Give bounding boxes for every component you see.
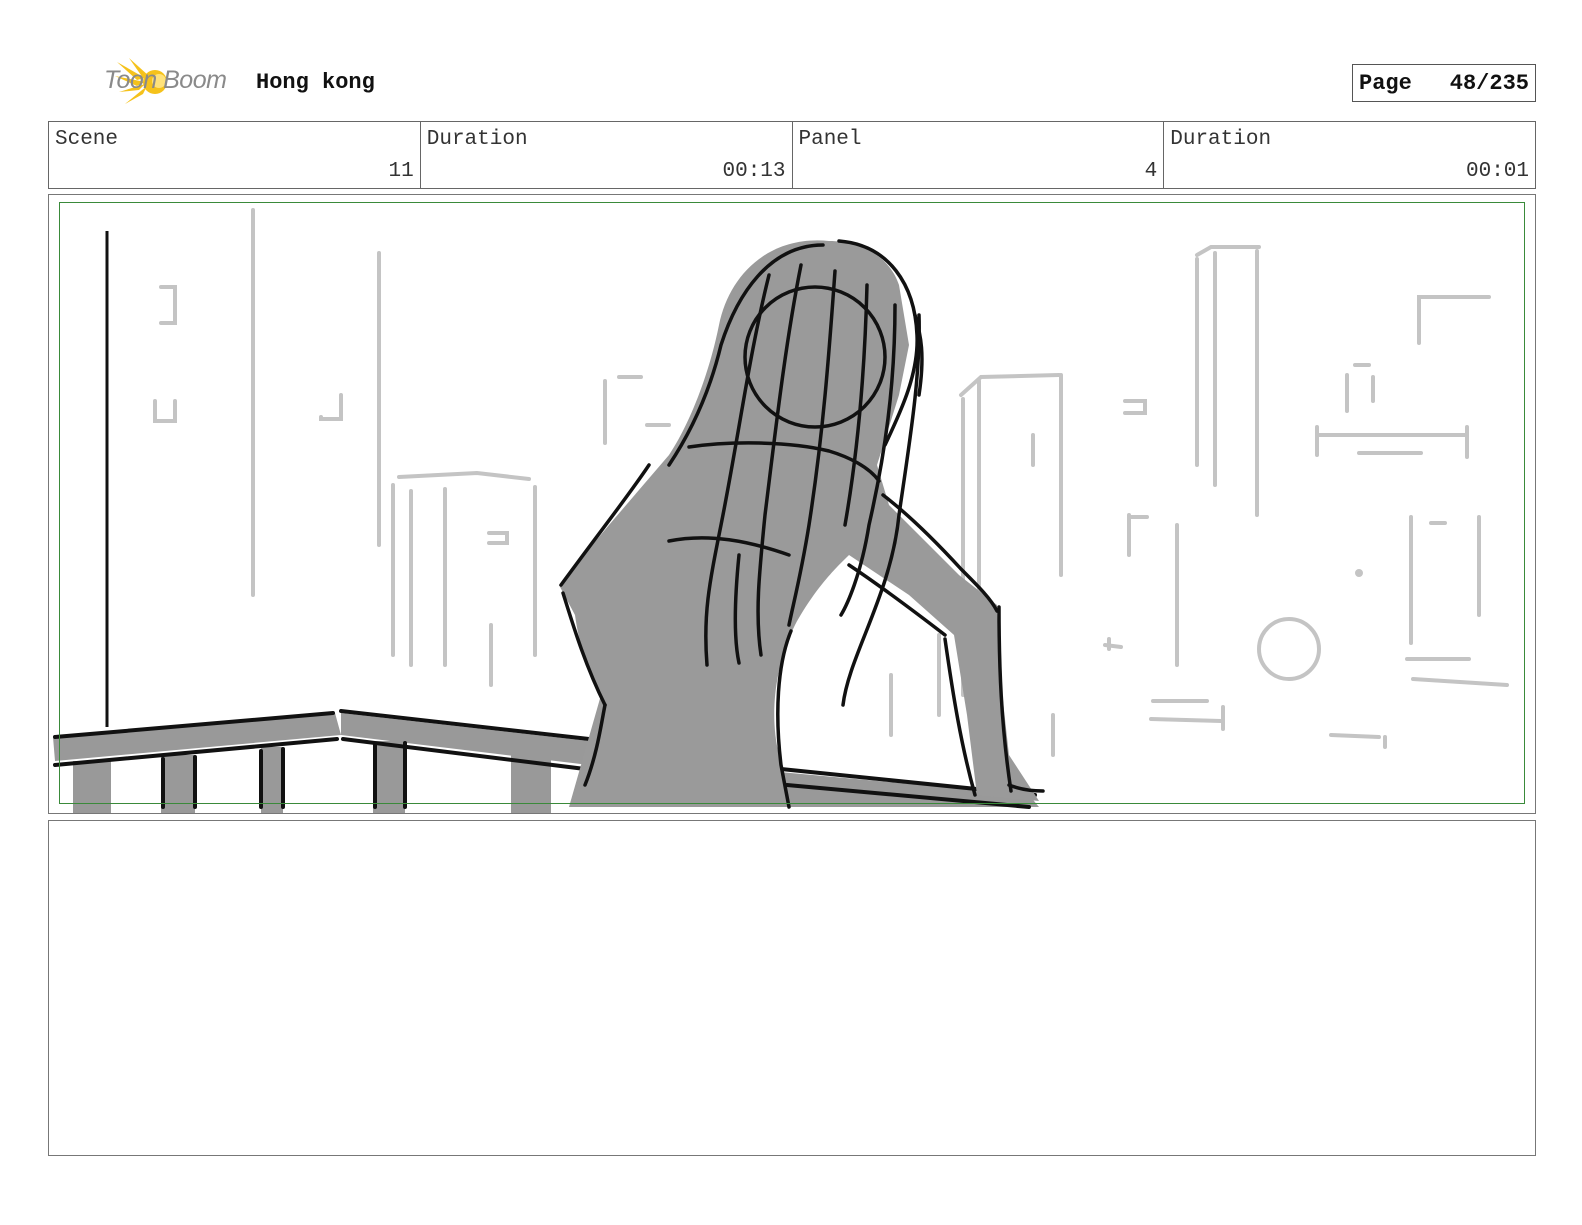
scene-duration-value: 00:13	[722, 160, 786, 183]
scene-value: 11	[388, 160, 414, 183]
page-number: 48/235	[1449, 70, 1529, 96]
page-label: Page	[1359, 70, 1412, 96]
page-indicator: Page 48/235	[1352, 64, 1536, 102]
panel-duration-label: Duration	[1170, 128, 1272, 151]
panel-duration-value: 00:01	[1465, 160, 1529, 183]
project-title: Hong kong	[256, 70, 375, 95]
panel-duration-cell: Duration 00:01	[1164, 122, 1535, 188]
scene-cell: Scene 11	[49, 122, 421, 188]
panel-notes-area[interactable]	[48, 820, 1536, 1156]
scene-label: Scene	[55, 128, 119, 151]
panel-value: 4	[1144, 160, 1158, 183]
storyboard-sketch	[53, 208, 1509, 813]
storyboard-image-frame	[48, 194, 1536, 814]
panel-label: Panel	[798, 128, 862, 151]
scene-duration-label: Duration	[426, 128, 528, 151]
scene-duration-cell: Duration 00:13	[421, 122, 793, 188]
logo-text: Toon Boom	[104, 66, 227, 94]
panel-cell: Panel 4	[793, 122, 1165, 188]
panel-info-table: Scene 11 Duration 00:13 Panel 4 Duration…	[48, 121, 1536, 189]
